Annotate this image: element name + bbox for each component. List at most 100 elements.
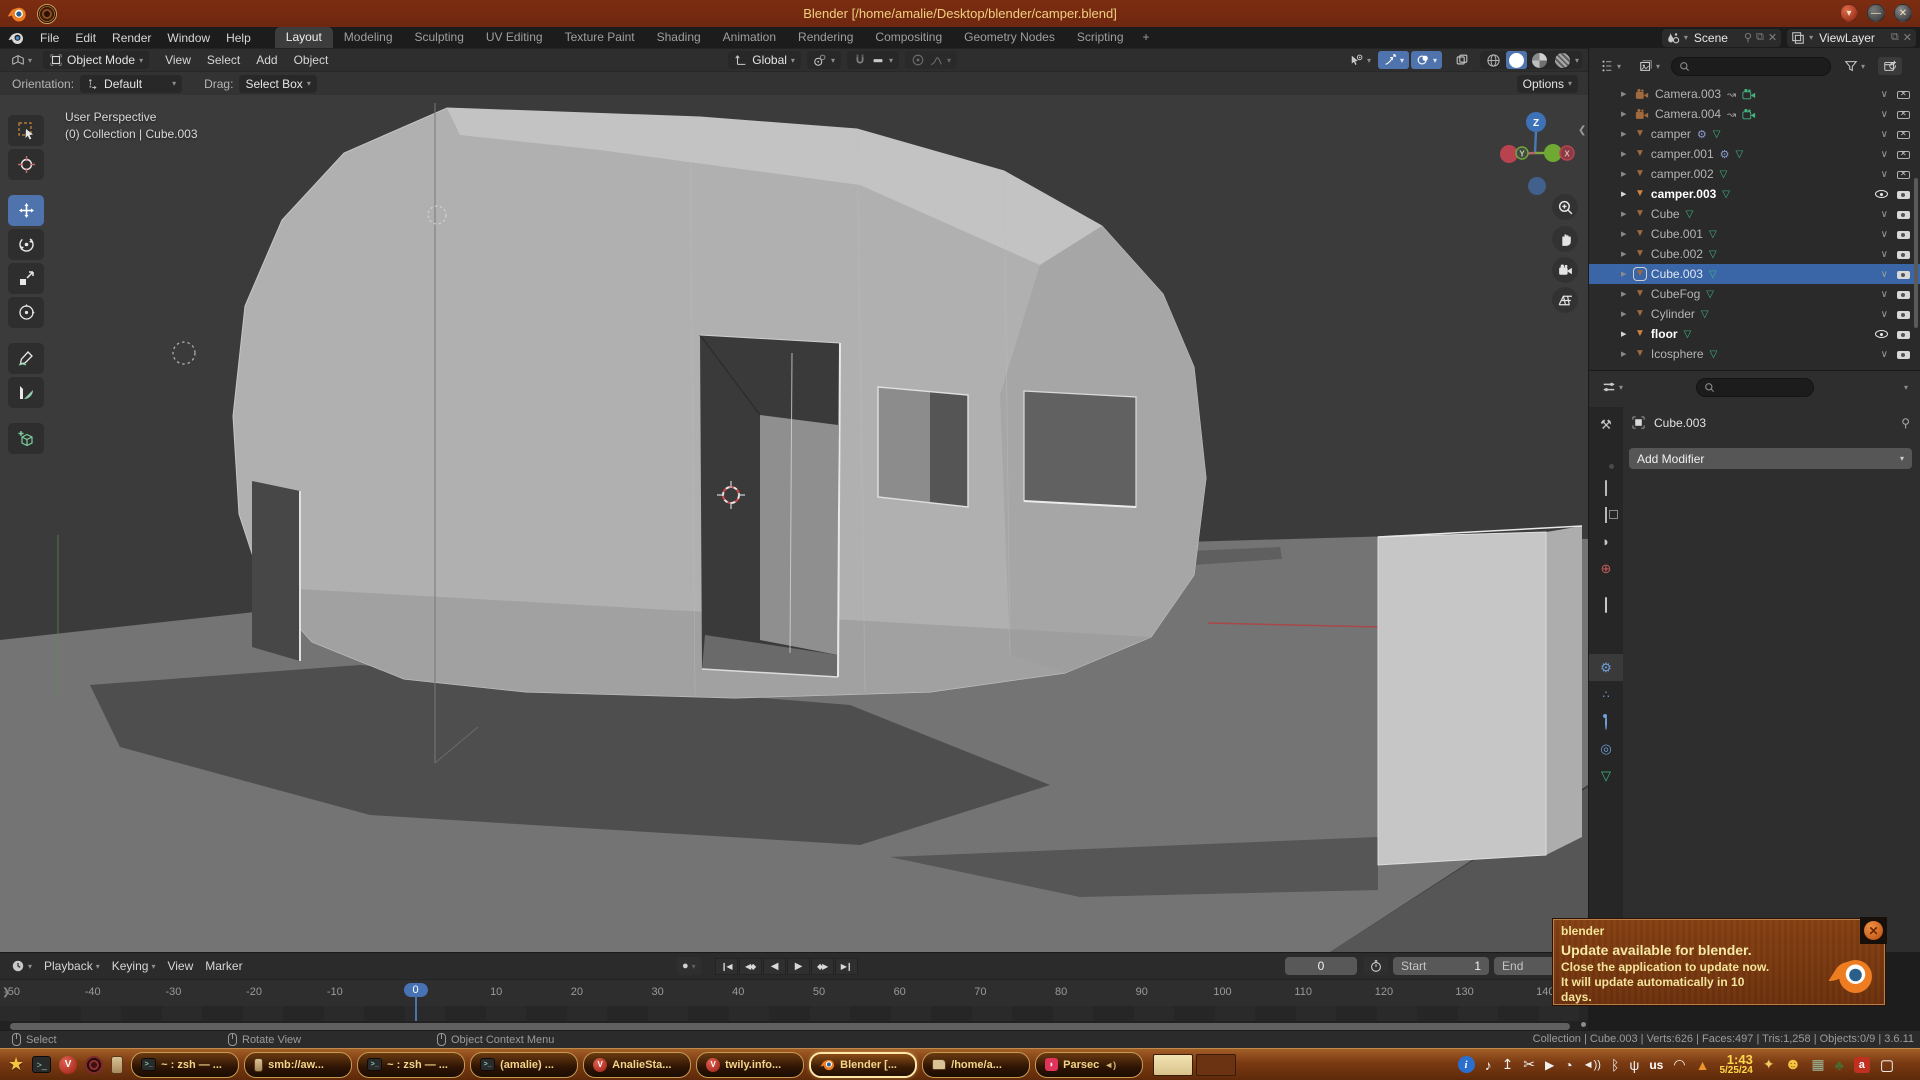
eye-open-icon[interactable] [1875,330,1888,338]
usb-tray-icon[interactable]: ψ [1629,1057,1639,1073]
disclosure-arrow-icon[interactable]: ▶ [1621,270,1626,278]
orientation-default-dropdown[interactable]: Default ▾ [80,75,182,93]
disclosure-arrow-icon[interactable]: ▶ [1621,330,1626,338]
outliner-row[interactable]: ▶Camera.004↝∨ [1589,104,1920,124]
object-visibility-dropdown[interactable]: ▾ [1345,51,1376,69]
shading-wireframe-button[interactable] [1483,51,1504,69]
next-keyframe-button[interactable]: ◆▶ [811,958,834,975]
new-collection-button[interactable] [1878,57,1902,75]
mode-selector[interactable]: Object Mode ▾ [43,51,149,69]
tool-scale-button[interactable] [8,263,44,294]
outliner-filter-button[interactable]: ▾ [1839,57,1870,75]
properties-editor-type[interactable]: ▾ [1597,378,1628,396]
timeline-tracks[interactable] [0,1006,1588,1021]
timeline-menu-playback[interactable]: Playback▾ [39,957,105,975]
tab-modeling[interactable]: Modeling [333,27,404,48]
window-tray-icon[interactable]: ▢ [1880,1056,1894,1074]
terminal-launcher-icon[interactable]: >_ [32,1056,51,1073]
render-enabled-icon[interactable] [1897,349,1910,359]
copy-icon[interactable]: ⧉ [1756,31,1764,44]
tab-texture-paint[interactable]: Texture Paint [554,27,646,48]
current-frame-indicator[interactable]: 0 [403,983,427,997]
eye-closed-icon[interactable]: ∨ [1881,289,1888,300]
eye-open-icon[interactable] [1875,190,1888,198]
tool-move-button[interactable] [8,195,44,226]
keyboard-layout-indicator[interactable]: us [1649,1058,1663,1072]
object-name[interactable]: Cube [1651,207,1680,221]
menu-help[interactable]: Help [218,29,259,47]
add-modifier-button[interactable]: Add Modifier ▾ [1629,448,1912,469]
workspace-1[interactable] [1153,1054,1193,1076]
timeline-expand-arrow[interactable]: ❯ [2,987,10,998]
properties-tab-particles[interactable]: ∴ [1589,681,1623,708]
viewport-scene[interactable] [0,95,1588,952]
cube-object[interactable] [1378,526,1582,865]
jump-to-start-button[interactable]: ❙◀ [715,958,738,975]
timeline-menu-marker[interactable]: Marker [200,957,247,975]
outliner-row[interactable]: ▶▼CubeFog▽∨ [1589,284,1920,304]
timeline-editor-type[interactable]: ▾ [6,957,37,975]
dial-tray-icon[interactable]: ◔ [1564,1057,1572,1073]
object-name[interactable]: Cylinder [1651,307,1695,321]
pin-icon[interactable]: ⚲ [1744,31,1752,44]
object-name[interactable]: camper.001 [1651,147,1714,161]
show-overlays-toggle[interactable]: ▾ [1411,51,1442,69]
navigation-gizmo[interactable]: Z Y X [1496,107,1576,202]
window-minimize-button[interactable]: — [1867,4,1885,22]
properties-tab-material[interactable] [1589,789,1623,816]
render-disabled-icon[interactable] [1897,109,1910,119]
properties-tab-modifiers[interactable]: ⚙ [1589,654,1623,681]
render-enabled-icon[interactable] [1897,329,1910,339]
eye-closed-icon[interactable]: ∨ [1881,349,1888,360]
eye-closed-icon[interactable]: ∨ [1881,229,1888,240]
view-layer-selector[interactable]: ▾ ViewLayer ⧉ ✕ [1787,29,1916,47]
taskbar-window-7[interactable]: Blender [... [809,1052,917,1078]
properties-tab-tool[interactable]: ⚒ [1589,411,1623,438]
outliner-row[interactable]: ▶▼Cube.002▽∨ [1589,244,1920,264]
disclosure-arrow-icon[interactable]: ▶ [1621,110,1626,118]
jump-to-end-button[interactable]: ▶❙ [835,958,858,975]
eye-closed-icon[interactable]: ∨ [1881,169,1888,180]
taskbar-window-1[interactable]: >_~ : zsh — ... [131,1052,239,1078]
properties-tab-physics[interactable] [1589,708,1623,735]
object-name[interactable]: Camera.004 [1655,107,1721,121]
add-workspace-button[interactable]: + [1135,27,1158,48]
menu-render[interactable]: Render [104,29,159,47]
tab-sculpting[interactable]: Sculpting [404,27,475,48]
viewport-menu-object[interactable]: Object [286,51,337,69]
start-frame-field[interactable]: Start 1 [1393,957,1489,975]
collapse-panel-arrow[interactable]: ❮ [1578,125,1586,136]
viewport-menu-add[interactable]: Add [248,51,285,69]
eye-closed-icon[interactable]: ∨ [1881,89,1888,100]
smiley-tray-icon[interactable]: ☻ [1785,1056,1802,1074]
render-enabled-icon[interactable] [1897,249,1910,259]
options-dropdown[interactable]: Options ▾ [1517,75,1578,93]
current-frame-field[interactable]: 0 [1285,957,1357,975]
info-tray-icon[interactable]: i [1458,1056,1475,1073]
object-name[interactable]: camper.003 [1651,187,1716,201]
tab-geometry-nodes[interactable]: Geometry Nodes [953,27,1066,48]
auto-keying-button[interactable]: ●▾ [677,957,701,975]
render-disabled-icon[interactable] [1897,169,1910,179]
close-icon[interactable]: ✕ [1903,31,1912,44]
taskbar-window-3[interactable]: >_~ : zsh — ... [357,1052,465,1078]
properties-options-dropdown[interactable]: ▾ [1904,383,1908,392]
viewport-3d[interactable]: User Perspective (0) Collection | Cube.0… [0,95,1588,952]
object-name[interactable]: camper [1651,127,1691,141]
outliner-scrollbar[interactable] [1914,178,1918,328]
eye-closed-icon[interactable]: ∨ [1881,209,1888,220]
wifi-tray-icon[interactable]: ◠ [1673,1056,1685,1073]
tool-measure-button[interactable] [8,377,44,408]
object-name[interactable]: camper.002 [1651,167,1714,181]
eye-closed-icon[interactable]: ∨ [1881,149,1888,160]
timeline-menu-view[interactable]: View [162,957,198,975]
disclosure-arrow-icon[interactable]: ▶ [1621,210,1626,218]
close-icon[interactable]: ✕ [1768,31,1777,44]
disclosure-arrow-icon[interactable]: ▶ [1621,150,1626,158]
tab-layout[interactable]: Layout [275,27,333,48]
tool-add-cube-button[interactable] [8,423,44,454]
player-tray-icon[interactable]: ▶ [1545,1058,1554,1072]
camper-left-window[interactable] [252,481,300,661]
taskbar-window-4[interactable]: >_(amalie) ... [470,1052,578,1078]
disc-launcher-icon[interactable] [85,1056,103,1074]
